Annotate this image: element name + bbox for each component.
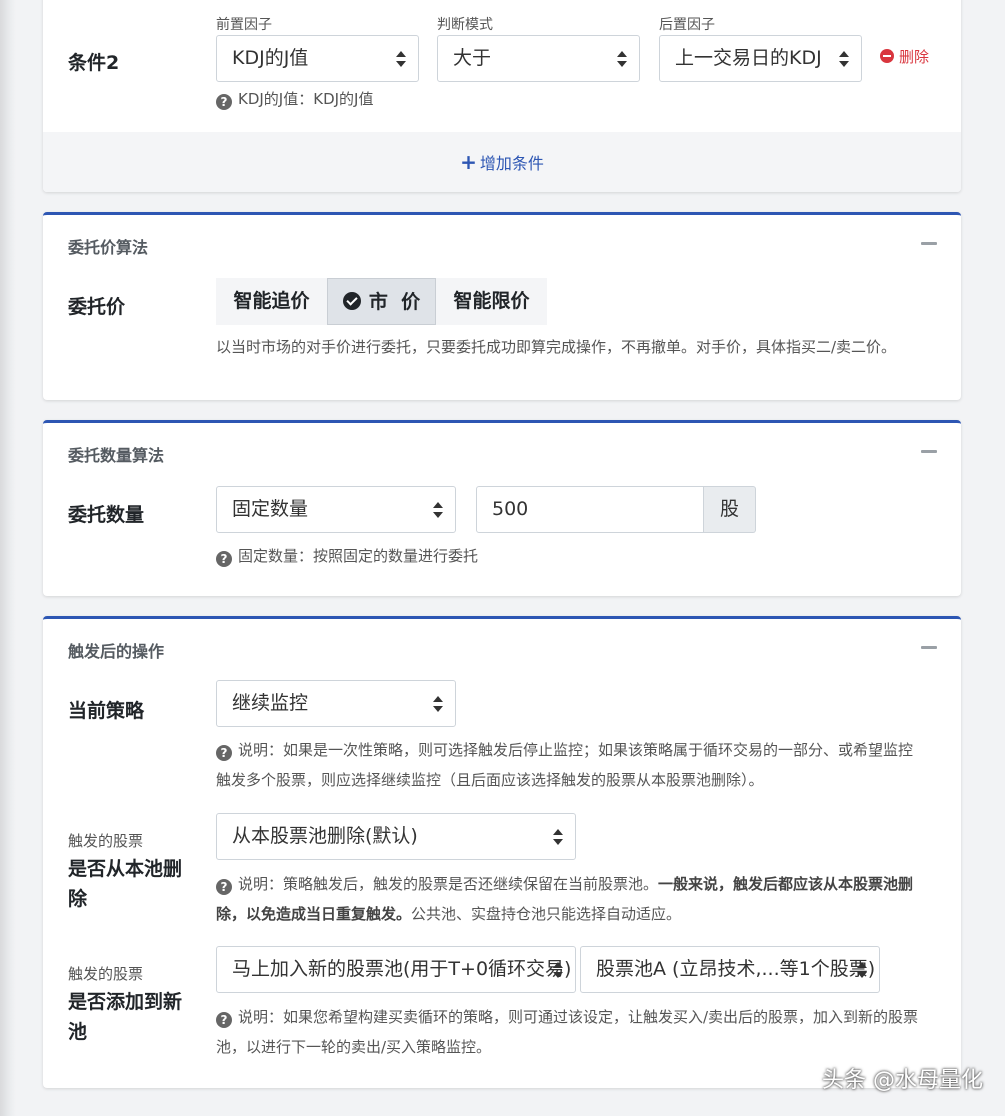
option-market-price[interactable]: 市 价 xyxy=(327,278,436,325)
back-factor-label: 后置因子 xyxy=(659,17,715,33)
front-factor-label: 前置因子 xyxy=(216,17,272,33)
collapse-icon[interactable] xyxy=(921,242,937,245)
add-new-select[interactable]: 马上加入新的股票池(用于T+0循环交易) xyxy=(216,946,576,993)
select-arrows-icon xyxy=(857,962,867,978)
condition-card: 条件2 前置因子 KDJ的J值 判断模式 大于 后置因子 上一交易日的KDJ 删… xyxy=(43,0,961,192)
qty-row-label: 委托数量 xyxy=(68,504,145,526)
judge-mode-label: 判断模式 xyxy=(437,17,493,33)
price-row-label: 委托价 xyxy=(68,296,126,318)
select-arrows-icon xyxy=(553,962,563,978)
remove-select[interactable]: 从本股票池删除(默认) xyxy=(216,813,576,860)
after-trigger-title: 触发后的操作 xyxy=(68,642,165,661)
price-algo-card: 委托价算法 委托价 智能追价 市 价 智能限价 以当时市场的对手价进行委托，只要… xyxy=(43,212,961,400)
remove-label: 是否从本池删除 xyxy=(68,858,183,910)
strategy-help: ? 说明：如果是一次性策略，则可选择触发后停止监控；如果该策略属于循环交易的一部分… xyxy=(216,741,914,789)
question-circle-icon: ? xyxy=(216,94,232,110)
option-smart-chase[interactable]: 智能追价 xyxy=(216,278,327,325)
condition-help: ? KDJ的J值：KDJ的J值 xyxy=(216,84,373,114)
left-shadow-bar xyxy=(0,0,16,1116)
select-arrows-icon xyxy=(839,51,849,67)
select-arrows-icon xyxy=(433,696,443,712)
plus-icon: + xyxy=(460,150,477,174)
front-factor-select[interactable]: KDJ的J值 xyxy=(216,35,419,82)
question-circle-icon: ? xyxy=(216,1012,232,1028)
remove-help: ? 说明：策略触发后，触发的股票是否还继续保留在当前股票池。一般来说，触发后都应该… xyxy=(216,875,914,923)
question-circle-icon: ? xyxy=(216,879,232,895)
watermark: 头条 @水母量化 xyxy=(822,1068,983,1093)
price-option-group: 智能追价 市 价 智能限价 xyxy=(216,278,547,325)
question-circle-icon: ? xyxy=(216,551,232,567)
quantity-unit: 股 xyxy=(704,486,756,533)
option-smart-limit[interactable]: 智能限价 xyxy=(436,278,547,325)
add-new-small-label: 触发的股票 xyxy=(68,965,144,983)
minus-circle-icon xyxy=(880,49,894,63)
price-algo-title: 委托价算法 xyxy=(68,238,149,257)
price-help: 以当时市场的对手价进行委托，只要委托成功即算完成操作，不再撤单。对手价，具体指买… xyxy=(216,338,897,356)
select-arrows-icon xyxy=(617,51,627,67)
select-arrows-icon xyxy=(553,829,563,845)
select-arrows-icon xyxy=(396,51,406,67)
qty-algo-title: 委托数量算法 xyxy=(68,446,165,465)
quantity-input[interactable]: 500 xyxy=(476,486,704,533)
judge-mode-select[interactable]: 大于 xyxy=(437,35,640,82)
qty-algo-card: 委托数量算法 委托数量 固定数量 500 股 ? 固定数量：按照固定的数量进行委托 xyxy=(43,420,961,596)
qty-help: ? 固定数量：按照固定的数量进行委托 xyxy=(216,541,478,571)
question-circle-icon: ? xyxy=(216,745,232,761)
select-arrows-icon xyxy=(433,502,443,518)
add-condition-button[interactable]: + 增加条件 xyxy=(43,132,961,192)
check-circle-icon xyxy=(342,292,361,310)
condition-label: 条件2 xyxy=(68,52,120,74)
pool-select[interactable]: 股票池A (立昂技术,...等1个股票) xyxy=(580,946,880,993)
after-trigger-card: 触发后的操作 当前策略 继续监控 ? 说明：如果是一次性策略，则可选择触发后停止监… xyxy=(43,616,961,1088)
qty-mode-select[interactable]: 固定数量 xyxy=(216,486,456,533)
remove-small-label: 触发的股票 xyxy=(68,832,144,850)
collapse-icon[interactable] xyxy=(921,450,937,453)
delete-condition-button[interactable]: 删除 xyxy=(880,46,929,67)
collapse-icon[interactable] xyxy=(921,646,937,649)
back-factor-select[interactable]: 上一交易日的KDJ xyxy=(659,35,862,82)
add-new-help: ? 说明：如果您希望构建买卖循环的策略，则可通过该设定，让触发买入/卖出后的股票，… xyxy=(216,1008,919,1056)
strategy-select[interactable]: 继续监控 xyxy=(216,680,456,727)
strategy-label: 当前策略 xyxy=(68,700,145,722)
add-new-label: 是否添加到新池 xyxy=(68,991,183,1043)
